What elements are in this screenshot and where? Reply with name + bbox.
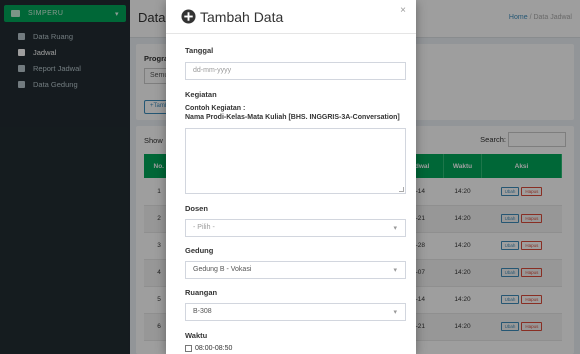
- dosen-select[interactable]: - Pilih -: [185, 219, 406, 237]
- waktu-label: Waktu: [185, 331, 208, 340]
- close-icon[interactable]: ×: [400, 5, 406, 16]
- checkbox[interactable]: [185, 345, 192, 352]
- resize-handle-icon[interactable]: [399, 187, 404, 192]
- add-data-modal: Tambah Data × Tanggal dd-mm-yyyy Kegiata…: [166, 0, 416, 354]
- kegiatan-hint-example: Nama Prodi-Kelas-Mata Kuliah [BHS. INGGR…: [185, 114, 400, 121]
- gedung-label: Gedung: [185, 246, 214, 255]
- ruangan-select[interactable]: B-308: [185, 303, 406, 321]
- tanggal-label: Tanggal: [185, 46, 214, 55]
- modal-title: Tambah Data: [200, 8, 284, 25]
- kegiatan-textarea[interactable]: [185, 128, 406, 194]
- modal-header: Tambah Data ×: [166, 0, 416, 34]
- tanggal-input[interactable]: dd-mm-yyyy: [185, 62, 406, 80]
- kegiatan-hint-title: Contoh Kegiatan :: [185, 105, 246, 112]
- plus-circle-icon: [181, 9, 196, 24]
- waktu-option[interactable]: 08:00-08:50: [185, 345, 406, 352]
- waktu-option-label: 08:00-08:50: [195, 345, 233, 352]
- dosen-label: Dosen: [185, 204, 208, 213]
- modal-body: Tanggal dd-mm-yyyy Kegiatan Contoh Kegia…: [166, 46, 416, 352]
- ruangan-label: Ruangan: [185, 288, 218, 297]
- kegiatan-label: Kegiatan: [185, 90, 217, 99]
- gedung-select[interactable]: Gedung B - Vokasi: [185, 261, 406, 279]
